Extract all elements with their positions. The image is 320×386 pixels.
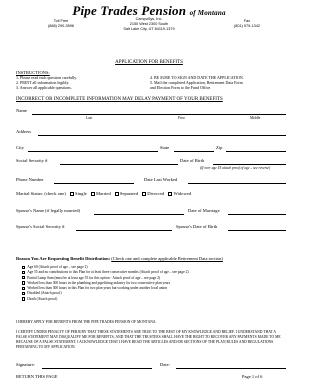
address-label: Address xyxy=(16,129,32,134)
dob-note: (If over age 55 attach proof of age – se… xyxy=(200,166,271,170)
instruction-item: and Election Form to the Fund Office. xyxy=(150,85,212,90)
spouse-name-field[interactable] xyxy=(94,214,184,215)
widowed-checkbox[interactable] xyxy=(168,191,173,196)
reason-label: Death (Attach proof) xyxy=(27,296,58,301)
city-address: Salt Lake City, UT 84119-1379 xyxy=(123,27,175,31)
signature-field[interactable] xyxy=(42,368,152,369)
name-field[interactable] xyxy=(32,114,286,115)
separated-label: Separated xyxy=(119,191,139,196)
reason-heading-note: (Check one and complete applicable Retir… xyxy=(111,256,223,261)
reason-option[interactable]: Death (Attach proof) xyxy=(22,297,189,302)
divorced-checkbox[interactable] xyxy=(142,191,147,196)
widowed-label: Widowed xyxy=(173,191,192,196)
city-field[interactable] xyxy=(28,151,158,152)
signature-label: Signature: xyxy=(16,362,35,367)
toll-free-number: (888) 290-3596 xyxy=(48,24,74,28)
reason-checkbox[interactable] xyxy=(22,286,26,290)
date-of-marriage-label: Date of Marriage xyxy=(188,208,220,213)
address-block: CampuSys, Inc. 2150 West 2300 South Salt… xyxy=(112,17,186,32)
date-last-worked-field[interactable] xyxy=(188,183,286,184)
single-checkbox[interactable] xyxy=(70,191,75,196)
reason-heading-text: Reason You Are Requesting Benefit Distri… xyxy=(16,256,111,261)
zip-field[interactable] xyxy=(226,151,286,152)
address-field[interactable] xyxy=(38,135,286,136)
return-notice: RETURN THIS PAGE xyxy=(16,374,58,379)
married-checkbox[interactable] xyxy=(90,191,95,196)
spouse-dob-field[interactable] xyxy=(228,230,286,231)
form-title: APPLICATION FOR BENEFITS xyxy=(115,60,183,65)
city-label: City xyxy=(16,145,24,150)
date-last-worked-label: Date Last Worked xyxy=(144,177,178,182)
dob-label: Date of Birth xyxy=(180,158,205,163)
toll-free-block: Toll Free (888) 290-3596 xyxy=(36,19,86,29)
middle-name-label: Middle xyxy=(250,116,261,120)
spouse-ssn-label: Spouse's Social Security # xyxy=(16,224,65,229)
application-statement: I HEREBY APPLY FOR BENEFITS FROM THE PIP… xyxy=(16,320,157,324)
dob-field[interactable] xyxy=(213,164,286,165)
reason-label: Partial Lump Sum (must be at least age 5… xyxy=(27,275,161,280)
phone-label: Phone Number xyxy=(16,177,44,182)
reason-checkbox[interactable] xyxy=(22,270,26,275)
date-label: Date: xyxy=(160,362,170,367)
divorced-label: Divorced xyxy=(147,191,165,196)
reason-checkbox[interactable] xyxy=(22,297,26,301)
reason-heading: Reason You Are Requesting Benefit Distri… xyxy=(16,256,223,261)
reason-label: Age 55 and no contributions to this Plan… xyxy=(27,270,189,275)
marital-status-label: Marital Status: (check one) xyxy=(16,191,66,196)
single-label: Single xyxy=(75,191,87,196)
first-name-label: First xyxy=(178,116,185,120)
fund-title-suffix: of Montana xyxy=(189,9,226,17)
warning-banner: INCORRECT OR INCOMPLETE INFORMATION MAY … xyxy=(16,97,223,102)
spouse-dob-label: Spouse's Date of Birth xyxy=(176,224,218,229)
reason-label: Disabled (Attach proof) xyxy=(27,291,62,296)
fax-number: (801) 979-1342 xyxy=(234,24,260,28)
ssn-field[interactable] xyxy=(60,164,178,165)
fund-title-text: Pipe Trades Pension xyxy=(72,3,187,18)
spouse-ssn-field[interactable] xyxy=(76,230,172,231)
reason-label: Worked less than 300 hours in the plumbi… xyxy=(27,280,171,285)
instruction-item: 3. Answer all applicable questions. xyxy=(16,85,72,90)
separated-checkbox[interactable] xyxy=(114,191,119,196)
fax-block: Fax (801) 979-1342 xyxy=(222,19,272,29)
zip-label: Zip xyxy=(216,145,223,150)
form-page: Pipe Trades Pension of Montana Toll Free… xyxy=(0,0,298,386)
state-label: State xyxy=(160,145,170,150)
page-number: Page 1 of 6 xyxy=(242,374,263,379)
last-name-label: Last xyxy=(86,116,93,120)
instructions-left: 1. Please read each question carefully. … xyxy=(16,75,77,90)
date-field[interactable] xyxy=(176,368,286,369)
date-of-marriage-field[interactable] xyxy=(228,214,286,215)
instructions-right: 4. BE SURE TO SIGN AND DATE THE APPLICAT… xyxy=(150,75,280,90)
reason-checkbox[interactable] xyxy=(22,276,26,280)
reason-checkbox[interactable] xyxy=(22,292,26,296)
certification-text: I CERTIFY UNDER PENALTY OF PERJURY THAT … xyxy=(16,330,281,349)
spouse-name-label: Spouse's Name (if legally married) xyxy=(16,208,81,213)
ssn-label: Social Security # xyxy=(16,158,48,163)
reason-label: Age 60 (Attach proof of age – see page 2… xyxy=(27,265,88,269)
marital-status-row: Marital Status: (check one) Single Marri… xyxy=(16,191,191,196)
name-label: Name xyxy=(16,108,27,113)
reason-label: Worked less than 300 hours in this Plan … xyxy=(27,286,168,291)
phone-field[interactable] xyxy=(54,183,134,184)
reason-checkbox[interactable] xyxy=(22,265,26,269)
reason-list: Age 60 (Attach proof of age – see page 2… xyxy=(22,265,189,302)
reason-checkbox[interactable] xyxy=(22,281,26,285)
married-label: Married xyxy=(95,191,111,196)
state-field[interactable] xyxy=(174,151,214,152)
